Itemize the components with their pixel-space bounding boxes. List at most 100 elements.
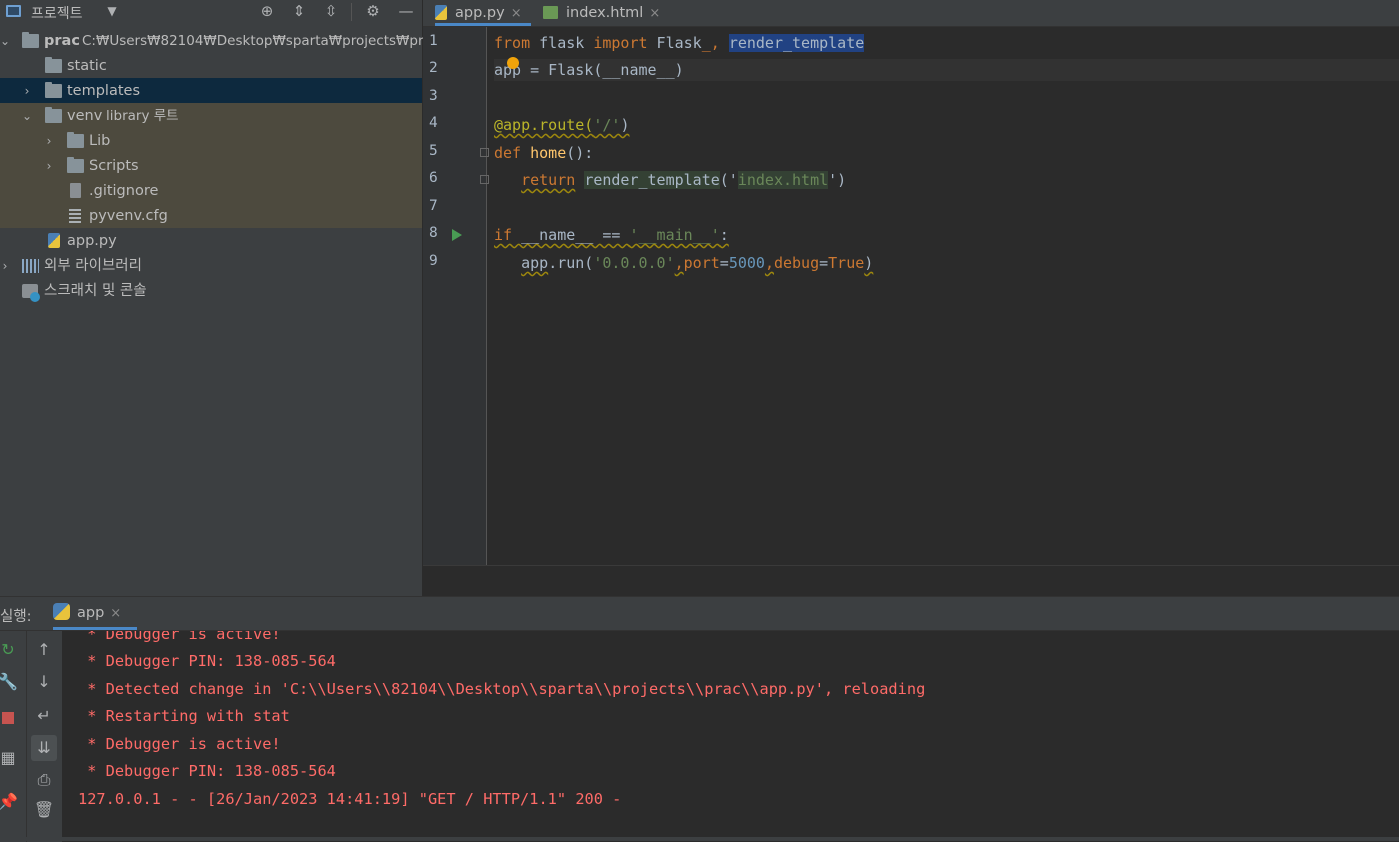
separator: _, bbox=[701, 34, 720, 52]
code-text: ) bbox=[620, 116, 630, 134]
chevron-down-icon[interactable]: ⌄ bbox=[20, 104, 34, 129]
python-file-icon bbox=[435, 5, 447, 20]
separator: , bbox=[674, 254, 684, 272]
tree-item-label: templates bbox=[67, 83, 141, 99]
divider bbox=[26, 631, 27, 842]
tab-index-html[interactable]: index.html × bbox=[543, 0, 663, 26]
keyword: import bbox=[593, 34, 648, 52]
editor-tab-bar: app.py × index.html × bbox=[423, 0, 1399, 27]
intention-bulb-icon[interactable] bbox=[507, 57, 519, 69]
code-text: = bbox=[719, 254, 729, 272]
python-icon bbox=[53, 603, 70, 620]
tree-item-templates[interactable]: › templates bbox=[0, 79, 422, 104]
tree-item-label: Scripts bbox=[89, 158, 139, 174]
tab-app-py[interactable]: app.py × bbox=[435, 0, 531, 26]
folder-icon bbox=[22, 32, 39, 48]
line-number: 4 bbox=[429, 115, 438, 131]
code-text: .run( bbox=[548, 254, 594, 272]
code-line-2: app = Flask(__name__) bbox=[494, 59, 1399, 81]
print-icon[interactable]: ⎙ bbox=[33, 769, 55, 791]
chevron-right-icon[interactable]: › bbox=[42, 154, 56, 179]
tree-item-external-libraries[interactable]: › 외부 라이브러리 bbox=[0, 254, 422, 279]
tree-item-label: .gitignore bbox=[89, 183, 159, 199]
import-name: Flask bbox=[647, 34, 702, 52]
console-line: * Debugger is active! bbox=[78, 631, 281, 643]
trash-icon[interactable]: 🗑 bbox=[33, 799, 55, 821]
locate-file-icon[interactable]: ⊕ bbox=[257, 1, 277, 21]
chevron-right-icon[interactable]: › bbox=[20, 79, 34, 104]
string-literal: '0.0.0.0' bbox=[593, 254, 675, 272]
wrench-icon[interactable]: 🔧 bbox=[0, 671, 19, 693]
chevron-right-icon[interactable]: › bbox=[42, 129, 56, 154]
code-line-4: @app.route('/') bbox=[494, 114, 629, 136]
decorator: @app.route( bbox=[494, 116, 594, 134]
pin-icon[interactable]: 📌 bbox=[0, 791, 19, 813]
run-toolbar: ↻ 🔧 ▦ 📌 ↑ ↓ ↵ ⇊ ⎙ 🗑 bbox=[0, 631, 62, 842]
tree-item-app-py[interactable]: app.py bbox=[0, 229, 422, 254]
folder-icon bbox=[45, 57, 62, 73]
divider bbox=[351, 3, 352, 21]
tree-item-venv[interactable]: ⌄ venv library 루트 bbox=[0, 104, 422, 129]
code-text: = bbox=[819, 254, 829, 272]
project-view-icon[interactable] bbox=[6, 5, 21, 17]
rerun-icon[interactable]: ↻ bbox=[0, 639, 19, 661]
gear-icon[interactable]: ⚙ bbox=[363, 1, 383, 21]
line-number: 1 bbox=[429, 33, 438, 49]
line-number: 5 bbox=[429, 143, 438, 159]
close-icon[interactable]: × bbox=[649, 6, 660, 21]
function-name: home bbox=[530, 144, 567, 162]
hide-panel-icon[interactable]: — bbox=[396, 1, 416, 21]
fold-marker-icon[interactable] bbox=[480, 148, 489, 157]
scroll-to-end-icon[interactable]: ⇊ bbox=[31, 735, 57, 761]
code-line-5: def home(): bbox=[494, 142, 593, 164]
tree-item-prac[interactable]: ⌄ prac C:₩Users₩82104₩Desktop₩sparta₩pro… bbox=[0, 29, 439, 54]
stop-icon[interactable] bbox=[0, 707, 19, 729]
folder-icon bbox=[45, 82, 62, 98]
console-line: * Detected change in 'C:\\Users\\82104\\… bbox=[78, 680, 926, 698]
arrow-down-icon[interactable]: ↓ bbox=[33, 671, 55, 693]
console-output[interactable]: * Debugger is active! * Debugger PIN: 13… bbox=[62, 631, 1399, 842]
separator: , bbox=[764, 254, 774, 272]
chevron-right-icon[interactable]: › bbox=[0, 254, 12, 279]
layout-icon[interactable]: ▦ bbox=[0, 747, 19, 769]
tree-item-static[interactable]: static bbox=[0, 54, 422, 79]
tab-label: index.html bbox=[566, 5, 644, 21]
run-gutter-icon[interactable] bbox=[452, 229, 462, 241]
number-literal: 5000 bbox=[728, 254, 765, 272]
soft-wrap-icon[interactable]: ↵ bbox=[33, 705, 55, 727]
code-text: ') bbox=[828, 171, 847, 189]
tree-item-label: 외부 라이브러리 bbox=[44, 258, 142, 274]
folder-icon bbox=[45, 107, 62, 123]
console-line: * Debugger PIN: 138-085-564 bbox=[78, 762, 336, 780]
code-text: __name__ == bbox=[512, 226, 630, 244]
tree-item-scripts[interactable]: › Scripts bbox=[0, 154, 422, 179]
tree-item-label: app.py bbox=[67, 233, 117, 249]
tree-item-label: pyvenv.cfg bbox=[89, 208, 168, 224]
function-call: render_template bbox=[584, 171, 720, 189]
tree-item-scratches-consoles[interactable]: 스크래치 및 콘솔 bbox=[0, 279, 422, 304]
kwarg-name: debug bbox=[773, 254, 820, 272]
collapse-all-icon[interactable]: ⇳ bbox=[321, 1, 341, 21]
tree-item-label: 스크래치 및 콘솔 bbox=[44, 283, 147, 299]
tree-item-label: venv bbox=[67, 108, 103, 124]
close-icon[interactable]: × bbox=[110, 606, 121, 621]
library-icon bbox=[22, 259, 39, 273]
tab-run-app[interactable]: app × bbox=[53, 597, 137, 630]
fold-marker-icon[interactable] bbox=[480, 175, 489, 184]
editor: app.py × index.html × 1 2 3 4 5 6 7 8 9 fr… bbox=[423, 0, 1399, 597]
close-icon[interactable]: × bbox=[511, 6, 522, 21]
arrow-up-icon[interactable]: ↑ bbox=[33, 639, 55, 661]
expand-all-icon[interactable]: ⇕ bbox=[289, 1, 309, 21]
tree-item-label: prac bbox=[44, 33, 80, 49]
line-number: 2 bbox=[429, 60, 438, 76]
chevron-down-icon[interactable]: ⌄ bbox=[0, 29, 12, 54]
project-panel-title[interactable]: 프로젝트 bbox=[31, 3, 83, 23]
tree-item-pyvenv-cfg[interactable]: pyvenv.cfg bbox=[0, 204, 422, 229]
keyword: return bbox=[521, 171, 576, 189]
python-file-icon bbox=[48, 233, 60, 248]
view-options-chevron-icon[interactable]: ▼ bbox=[102, 1, 122, 21]
tree-item-gitignore[interactable]: .gitignore bbox=[0, 179, 422, 204]
tree-item-lib[interactable]: › Lib bbox=[0, 129, 422, 154]
